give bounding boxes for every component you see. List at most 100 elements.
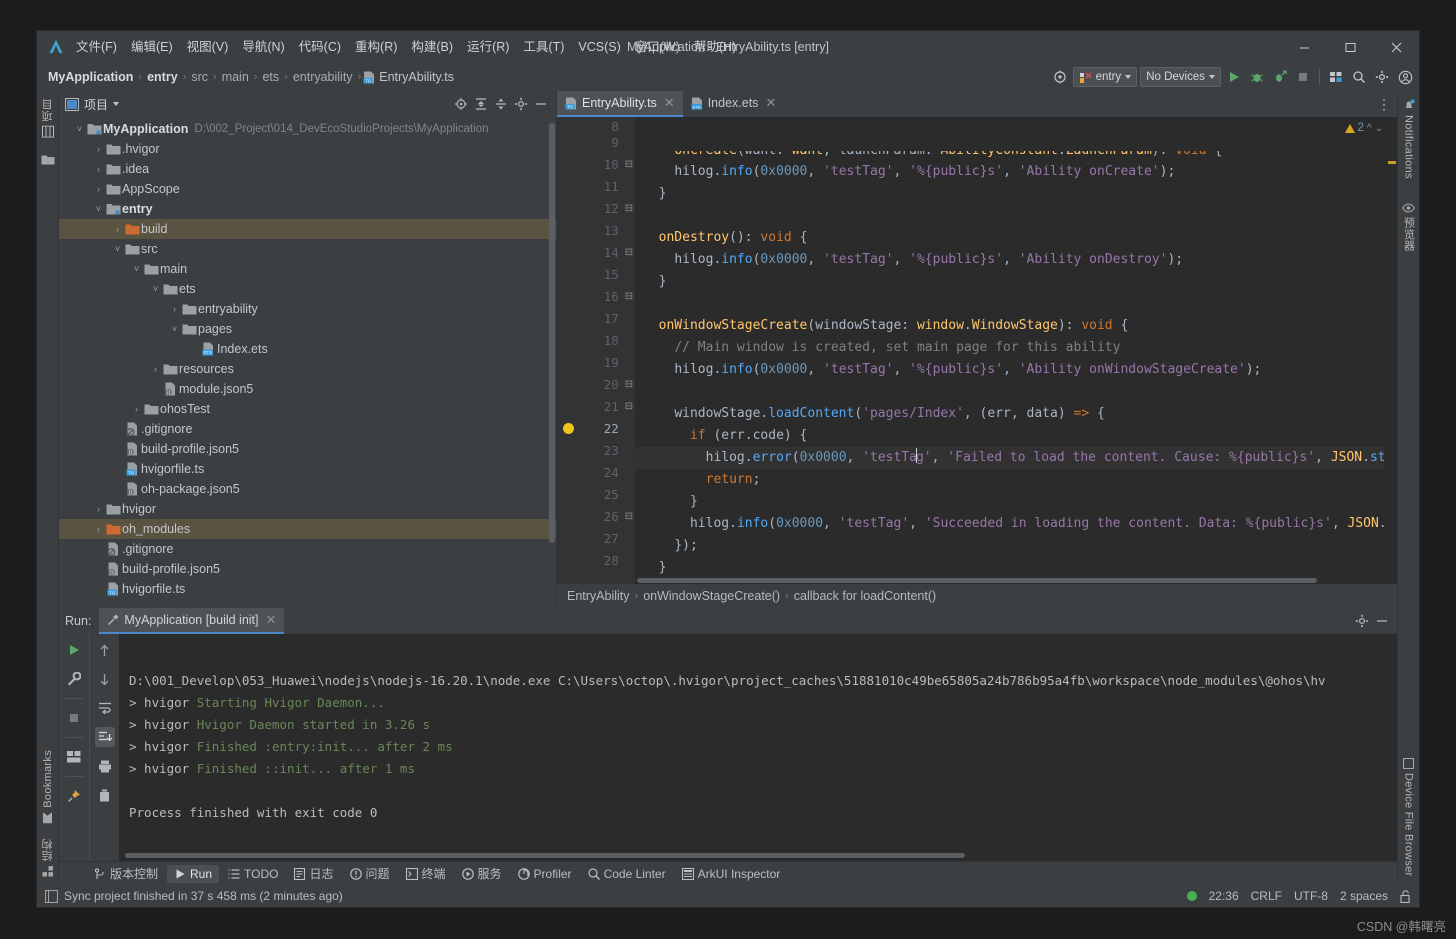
tree-node-toggle-icon[interactable]: ˅ [130, 264, 143, 274]
editor-breadcrumb[interactable]: EntryAbility › onWindowStageCreate() › c… [557, 584, 1397, 608]
code-line[interactable] [635, 381, 1397, 403]
sidebar-item-structure[interactable]: 结构 [40, 835, 56, 881]
tree-node-toggle-icon[interactable]: › [111, 224, 124, 234]
status-line-separator[interactable]: CRLF [1251, 889, 1282, 903]
run-configuration-tab[interactable]: MyApplication [build init] ✕ [99, 608, 285, 634]
bottom-tab-Profiler[interactable]: Profiler [511, 865, 579, 883]
breadcrumb-item-ets[interactable]: ets [259, 70, 282, 84]
tree-node[interactable]: › oh_modules [59, 519, 556, 539]
tree-node[interactable]: ˅ main [59, 259, 556, 279]
code-line[interactable]: } [635, 271, 1397, 293]
code-line[interactable]: hilog.error(0x0000, 'testTag', 'Failed t… [635, 447, 1397, 469]
tree-node[interactable]: {} build-profile.json5 [59, 439, 556, 459]
menu-help[interactable]: 帮助(H) [687, 31, 743, 63]
menu-edit[interactable]: 编辑(E) [124, 31, 180, 63]
bottom-tab-终端[interactable]: 终端 [399, 863, 453, 884]
bottom-tab-ArkUI Inspector[interactable]: ArkUI Inspector [675, 865, 788, 883]
breadcrumb-item-file[interactable]: TS EntryAbility.ts [363, 70, 454, 84]
menu-code[interactable]: 代码(C) [292, 31, 348, 63]
rerun-button[interactable] [64, 640, 84, 660]
gutter-line[interactable]: 10 ⊟ [557, 153, 635, 175]
soft-wrap-icon[interactable] [95, 698, 115, 718]
code-line[interactable]: return; [635, 469, 1397, 491]
tree-node-toggle-icon[interactable]: › [92, 164, 105, 174]
inspection-widget[interactable]: 2 ^ ⌄ [1344, 122, 1383, 134]
sidebar-item-device-file-browser[interactable]: Device File Browser [1403, 754, 1415, 881]
editor-tab-entryability[interactable]: TS EntryAbility.ts ✕ [557, 91, 683, 117]
code-line[interactable]: onCreate(want: Want, launchParam: Abilit… [635, 151, 1397, 161]
code-line[interactable]: if (err.code) { [635, 425, 1397, 447]
project-tree[interactable]: ˅ MyApplication D:\002_Project\014_DevEcoS… [59, 117, 556, 608]
gutter-line[interactable]: 15 [557, 263, 635, 285]
run-console[interactable]: D:\001_Develop\053_Huawei\nodejs\nodejs-… [119, 634, 1397, 861]
tree-node[interactable]: › entryability [59, 299, 556, 319]
tree-node[interactable]: ˅ pages [59, 319, 556, 339]
fold-marker-icon[interactable]: ⊟ [623, 401, 635, 412]
tree-node[interactable]: ˅ entry [59, 199, 556, 219]
fold-marker-icon[interactable]: ⊟ [623, 247, 635, 258]
stop-button[interactable] [1293, 67, 1313, 87]
tree-node[interactable]: {} module.json5 [59, 379, 556, 399]
device-selector[interactable]: No Devices [1140, 67, 1221, 87]
code-line[interactable]: hilog.info(0x0000, 'testTag', '%{public}… [635, 359, 1397, 381]
sidebar-item-bookmarks[interactable]: Bookmarks [42, 746, 54, 828]
attach-debugger-button[interactable] [1270, 67, 1290, 87]
trash-icon[interactable] [95, 785, 115, 805]
account-icon[interactable] [1395, 67, 1415, 87]
sidebar-item-project[interactable]: 项目 [40, 95, 56, 142]
fold-marker-icon[interactable]: ⊟ [623, 159, 635, 170]
tree-node[interactable]: › AppScope [59, 179, 556, 199]
tree-node-toggle-icon[interactable]: › [92, 524, 105, 534]
status-encoding[interactable]: UTF-8 [1294, 889, 1328, 903]
gutter-line[interactable]: 19 [557, 351, 635, 373]
code-line[interactable]: hilog.info(0x0000, 'testTag', 'Succeeded… [635, 513, 1397, 535]
intention-bulb-icon[interactable] [563, 422, 574, 434]
close-button[interactable] [1373, 31, 1419, 63]
debug-button[interactable] [1247, 67, 1267, 87]
tree-node[interactable]: ˅ MyApplication D:\002_Project\014_DevEcoS… [59, 119, 556, 139]
bottom-tab-服务[interactable]: 服务 [455, 863, 509, 884]
gutter-line[interactable]: 27 [557, 527, 635, 549]
menu-build[interactable]: 构建(B) [404, 31, 460, 63]
code-line[interactable]: onDestroy(): void { [635, 227, 1397, 249]
gutter-line[interactable]: 26 ⊟ [557, 505, 635, 527]
breadcrumb[interactable]: MyApplication › entry › src › main › ets… [45, 70, 454, 84]
stripe-warning-mark[interactable] [1388, 161, 1396, 164]
breadcrumb-item-main[interactable]: main [219, 70, 252, 84]
close-icon[interactable]: ✕ [664, 95, 675, 111]
tree-node-toggle-icon[interactable]: › [130, 404, 143, 414]
code-text[interactable]: onCreate(want: Want, launchParam: Abilit… [635, 117, 1397, 584]
tree-node-toggle-icon[interactable]: ˅ [111, 244, 124, 254]
tree-node[interactable]: TS hvigorfile.ts [59, 579, 556, 599]
code-line[interactable]: }); [635, 535, 1397, 557]
hide-panel-icon[interactable] [532, 95, 550, 113]
print-icon[interactable] [95, 756, 115, 776]
menu-vcs[interactable]: VCS(S) [571, 31, 627, 63]
menu-view[interactable]: 视图(V) [180, 31, 236, 63]
gutter-line[interactable]: 20 ⊟ [557, 373, 635, 395]
breadcrumb-item-entry[interactable]: entry [144, 70, 181, 84]
code-line[interactable]: } [635, 491, 1397, 513]
tree-node[interactable]: › .hvigor [59, 139, 556, 159]
menu-navigate[interactable]: 导航(N) [235, 31, 291, 63]
lock-icon[interactable] [1400, 889, 1411, 903]
bottom-tab-Code Linter[interactable]: Code Linter [581, 865, 673, 883]
stop-button[interactable] [64, 708, 84, 728]
collapse-all-icon[interactable] [492, 95, 510, 113]
next-problem-icon[interactable]: ⌄ [1375, 123, 1383, 134]
gutter-line[interactable]: 14 ⊟ [557, 241, 635, 263]
editor-gutter[interactable]: 8 9 10 ⊟ 11 12 ⊟ 13 14 ⊟ 15 16 ⊟ 17 18 19 20 ⊟ 21 ⊟ 22 23 24 25… [557, 117, 635, 584]
code-line[interactable]: onWindowStageCreate(windowStage: window.… [635, 315, 1397, 337]
menu-tools[interactable]: 工具(T) [516, 31, 571, 63]
gutter-line[interactable]: 22 [557, 417, 635, 439]
close-icon[interactable]: ✕ [266, 612, 277, 628]
editor-horizontal-scrollbar[interactable] [637, 578, 1317, 583]
tree-node[interactable]: ˅ src [59, 239, 556, 259]
code-line[interactable]: // Main window is created, set main page… [635, 337, 1397, 359]
tree-node-toggle-icon[interactable]: ˅ [168, 324, 181, 334]
editor-breadcrumb-class[interactable]: EntryAbility [565, 589, 632, 603]
tree-node[interactable]: TS hvigorfile.ts [59, 459, 556, 479]
gutter-marker[interactable] [557, 422, 587, 434]
code-line[interactable]: hilog.info(0x0000, 'testTag', '%{public}… [635, 161, 1397, 183]
tree-node-toggle-icon[interactable]: › [168, 304, 181, 314]
